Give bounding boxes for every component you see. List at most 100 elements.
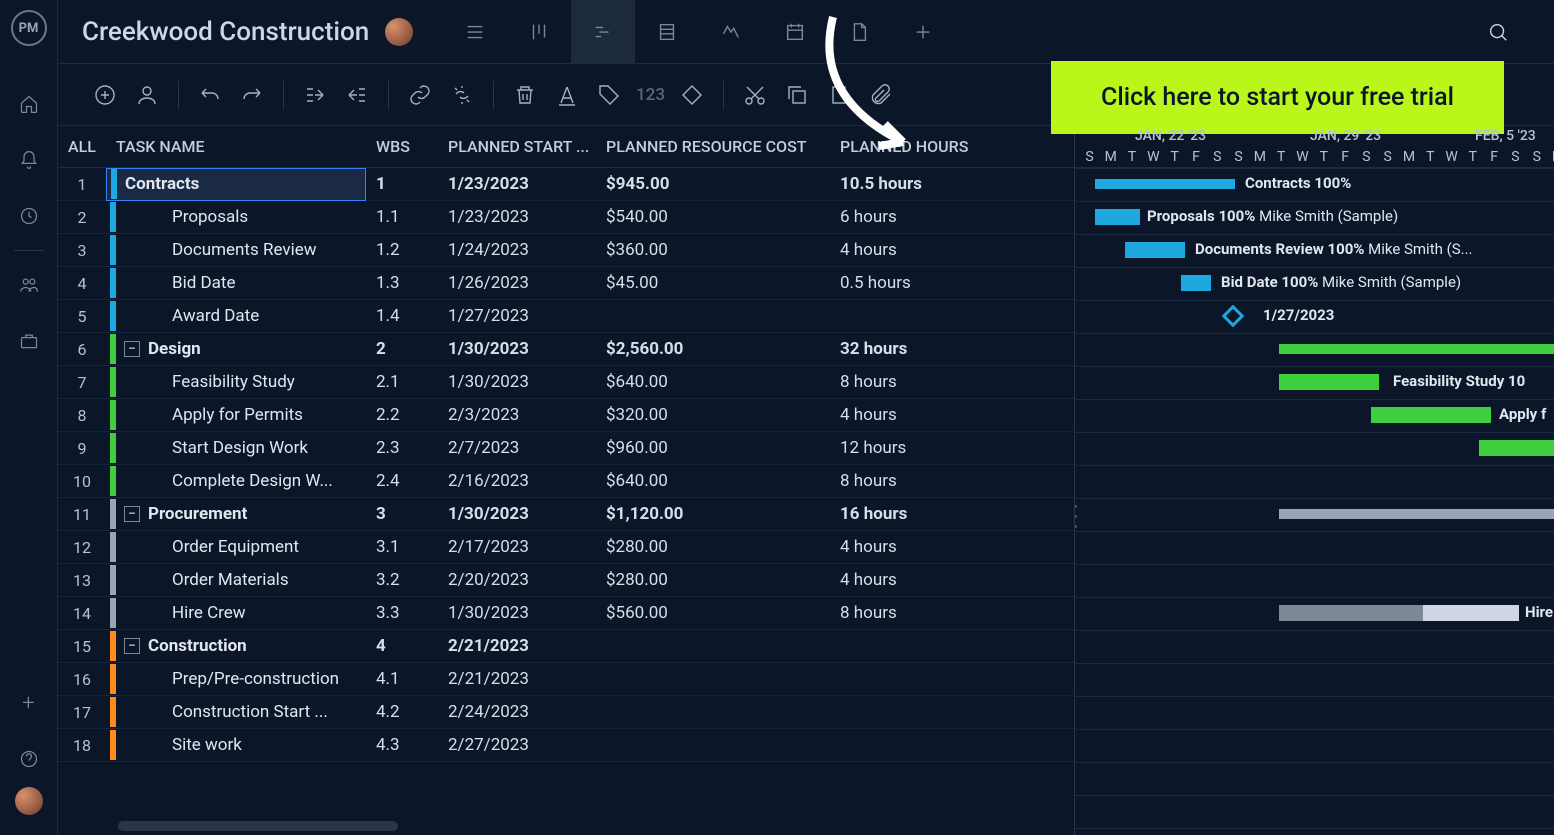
view-board-icon[interactable]	[507, 0, 571, 64]
task-name-cell[interactable]: −Construction	[106, 630, 366, 663]
cost-cell[interactable]: $1,120.00	[602, 504, 834, 524]
cost-cell[interactable]: $540.00	[602, 207, 834, 227]
hours-cell[interactable]: 6 hours	[834, 207, 990, 227]
view-calendar-icon[interactable]	[763, 0, 827, 64]
hours-cell[interactable]: 16 hours	[834, 504, 990, 524]
hours-cell[interactable]: 0.5 hours	[834, 273, 990, 293]
start-cell[interactable]: 2/16/2023	[438, 471, 602, 491]
hours-cell[interactable]: 4 hours	[834, 405, 990, 425]
gantt-bar[interactable]	[1279, 344, 1554, 354]
search-icon[interactable]	[1466, 0, 1530, 64]
cost-cell[interactable]: $560.00	[602, 603, 834, 623]
add-icon[interactable]: +	[9, 683, 49, 723]
task-name-cell[interactable]: −Design	[106, 333, 366, 366]
project-avatar[interactable]	[385, 18, 413, 46]
task-name-cell[interactable]: Complete Design W...	[106, 465, 366, 498]
assign-icon[interactable]	[128, 76, 166, 114]
start-cell[interactable]: 1/23/2023	[438, 174, 602, 194]
view-sheet-icon[interactable]	[635, 0, 699, 64]
start-cell[interactable]: 1/27/2023	[438, 306, 602, 326]
task-name-cell[interactable]: Order Materials	[106, 564, 366, 597]
task-name-cell[interactable]: Documents Review	[106, 234, 366, 267]
gantt-bar[interactable]	[1371, 407, 1491, 423]
col-task-name[interactable]: TASK NAME	[106, 137, 366, 156]
paste-icon[interactable]	[820, 76, 858, 114]
hours-cell[interactable]: 4 hours	[834, 240, 990, 260]
hours-cell[interactable]: 12 hours	[834, 438, 990, 458]
collapse-icon[interactable]: −	[124, 341, 140, 357]
clock-icon[interactable]	[9, 196, 49, 236]
wbs-cell[interactable]: 2.1	[366, 372, 438, 392]
view-file-icon[interactable]	[827, 0, 891, 64]
task-row[interactable]: 6−Design21/30/2023$2,560.0032 hours	[58, 333, 1074, 366]
cost-cell[interactable]: $320.00	[602, 405, 834, 425]
milestone-icon[interactable]	[673, 76, 711, 114]
attach-icon[interactable]	[862, 76, 900, 114]
task-name-cell[interactable]: Bid Date	[106, 267, 366, 300]
col-wbs[interactable]: WBS	[366, 137, 438, 156]
task-row[interactable]: 10Complete Design W...2.42/16/2023$640.0…	[58, 465, 1074, 498]
wbs-cell[interactable]: 3.1	[366, 537, 438, 557]
wbs-cell[interactable]: 4.1	[366, 669, 438, 689]
hours-cell[interactable]: 8 hours	[834, 471, 990, 491]
wbs-cell[interactable]: 3.2	[366, 570, 438, 590]
task-name-cell[interactable]: Apply for Permits	[106, 399, 366, 432]
cost-cell[interactable]: $360.00	[602, 240, 834, 260]
task-row[interactable]: 3Documents Review1.21/24/2023$360.004 ho…	[58, 234, 1074, 267]
task-row[interactable]: 17Construction Start ...4.22/24/2023	[58, 696, 1074, 729]
task-row[interactable]: 16Prep/Pre-construction4.12/21/2023	[58, 663, 1074, 696]
task-name-cell[interactable]: Hire Crew	[106, 597, 366, 630]
wbs-cell[interactable]: 3	[366, 504, 438, 524]
start-cell[interactable]: 1/30/2023	[438, 504, 602, 524]
hours-cell[interactable]: 4 hours	[834, 570, 990, 590]
free-trial-cta[interactable]: Click here to start your free trial	[1051, 61, 1504, 134]
wbs-cell[interactable]: 4.2	[366, 702, 438, 722]
task-row[interactable]: 9Start Design Work2.32/7/2023$960.0012 h…	[58, 432, 1074, 465]
people-icon[interactable]	[9, 265, 49, 305]
start-cell[interactable]: 1/30/2023	[438, 339, 602, 359]
tag-icon[interactable]	[590, 76, 628, 114]
redo-icon[interactable]	[233, 76, 271, 114]
gantt-milestone[interactable]	[1222, 305, 1245, 328]
collapse-icon[interactable]: −	[124, 506, 140, 522]
wbs-cell[interactable]: 1.1	[366, 207, 438, 227]
gantt-bar[interactable]	[1095, 179, 1235, 189]
col-planned-hours[interactable]: PLANNED HOURS	[834, 137, 990, 156]
cost-cell[interactable]: $280.00	[602, 537, 834, 557]
format-number-icon[interactable]: 123	[632, 76, 669, 114]
col-planned-start[interactable]: PLANNED START ...	[438, 137, 602, 156]
cost-cell[interactable]: $2,560.00	[602, 339, 834, 359]
outdent-icon[interactable]	[296, 76, 334, 114]
link-icon[interactable]	[401, 76, 439, 114]
wbs-cell[interactable]: 2.2	[366, 405, 438, 425]
indent-icon[interactable]	[338, 76, 376, 114]
wbs-cell[interactable]: 1	[366, 174, 438, 194]
task-row[interactable]: 18Site work4.32/27/2023	[58, 729, 1074, 762]
delete-icon[interactable]	[506, 76, 544, 114]
gantt-bar[interactable]	[1479, 440, 1554, 456]
task-row[interactable]: 5Award Date1.41/27/2023	[58, 300, 1074, 333]
help-icon[interactable]	[9, 739, 49, 779]
gantt-bar[interactable]	[1125, 242, 1185, 258]
start-cell[interactable]: 1/26/2023	[438, 273, 602, 293]
undo-icon[interactable]	[191, 76, 229, 114]
task-name-cell[interactable]: Order Equipment	[106, 531, 366, 564]
hours-cell[interactable]: 8 hours	[834, 603, 990, 623]
cost-cell[interactable]: $640.00	[602, 372, 834, 392]
cost-cell[interactable]: $45.00	[602, 273, 834, 293]
gantt-bar[interactable]	[1181, 275, 1211, 291]
app-logo[interactable]: PM	[11, 10, 47, 46]
cost-cell[interactable]: $640.00	[602, 471, 834, 491]
task-name-cell[interactable]: Start Design Work	[106, 432, 366, 465]
start-cell[interactable]: 2/3/2023	[438, 405, 602, 425]
start-cell[interactable]: 1/23/2023	[438, 207, 602, 227]
start-cell[interactable]: 2/27/2023	[438, 735, 602, 755]
wbs-cell[interactable]: 2	[366, 339, 438, 359]
start-cell[interactable]: 2/21/2023	[438, 636, 602, 656]
hours-cell[interactable]: 8 hours	[834, 372, 990, 392]
task-row[interactable]: 2Proposals1.11/23/2023$540.006 hours	[58, 201, 1074, 234]
collapse-icon[interactable]: −	[124, 638, 140, 654]
task-row[interactable]: 11−Procurement31/30/2023$1,120.0016 hour…	[58, 498, 1074, 531]
view-gantt-icon[interactable]	[571, 0, 635, 64]
task-row[interactable]: 1Contracts11/23/2023$945.0010.5 hours	[58, 168, 1074, 201]
